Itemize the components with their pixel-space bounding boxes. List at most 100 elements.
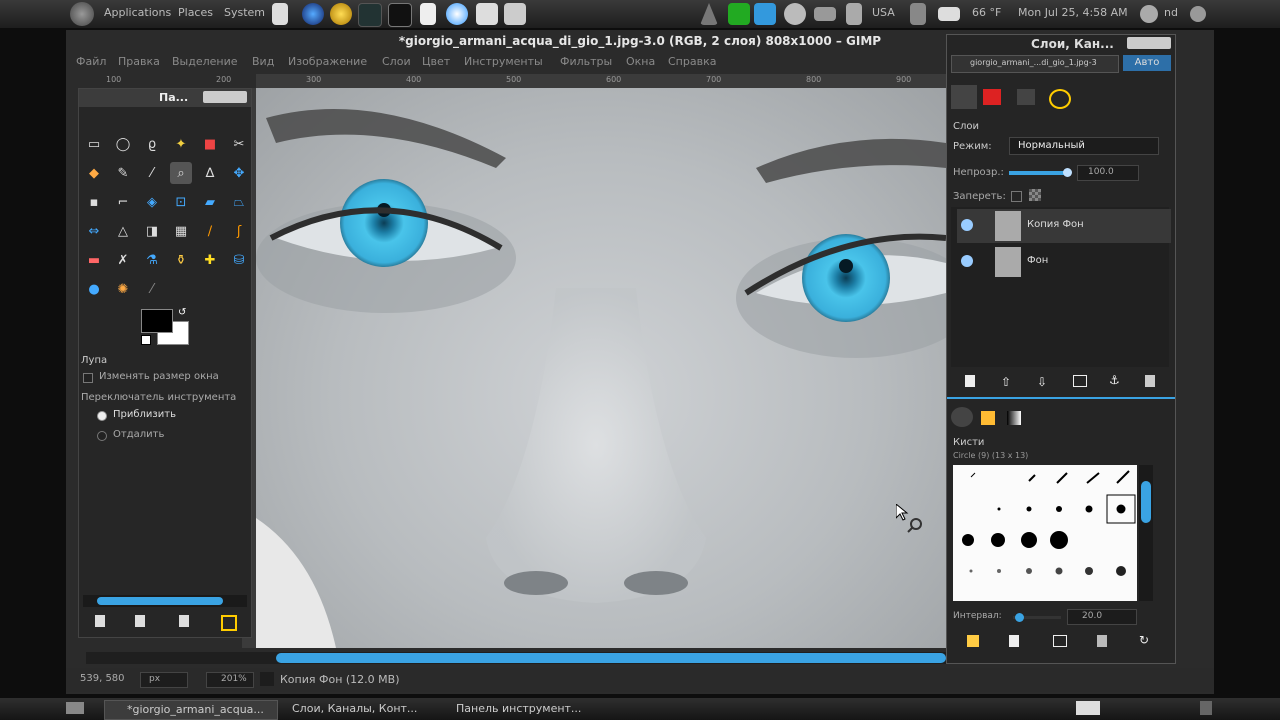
duplicate-brush-icon[interactable] [1053, 635, 1067, 647]
layer-row[interactable]: Фон [957, 245, 1171, 279]
zoom-in-radio[interactable] [97, 411, 107, 421]
text-editor-launcher-icon[interactable] [420, 3, 436, 25]
toolbox-titlebar[interactable]: Па... [79, 89, 251, 107]
measure-icon[interactable]: ∆ [199, 162, 221, 184]
layer-name[interactable]: Копия Фон [1027, 219, 1084, 230]
clone-icon[interactable]: ⚱ [170, 249, 192, 271]
settings-gear-icon[interactable] [784, 3, 806, 25]
show-desktop-icon[interactable] [66, 702, 84, 714]
color-picker-icon[interactable]: ⁄ [141, 162, 163, 184]
pencil-icon[interactable]: ∕ [199, 220, 221, 242]
menu-layers[interactable]: Слои [382, 55, 411, 68]
patterns-tab-icon[interactable] [981, 411, 995, 425]
flip-icon[interactable]: ⇔ [83, 220, 105, 242]
weather-readout[interactable]: 66 °F [972, 6, 1001, 19]
spacing-slider[interactable] [1013, 613, 1061, 622]
shear-icon[interactable]: ▰ [199, 191, 221, 213]
rotate-icon[interactable]: ◈ [141, 191, 163, 213]
scrollbar-thumb[interactable] [1141, 481, 1151, 523]
system-menu[interactable]: System [224, 6, 265, 19]
menu-windows[interactable]: Окна [626, 55, 655, 68]
user-icon[interactable] [1140, 5, 1158, 23]
brush-grid-scrollbar[interactable] [1139, 465, 1153, 601]
user-name[interactable]: nd [1164, 6, 1178, 19]
blur-icon[interactable]: ● [83, 278, 105, 300]
resize-window-checkbox[interactable] [83, 373, 93, 383]
eraser-icon[interactable]: ▬ [83, 249, 105, 271]
scale-icon[interactable]: ⊡ [170, 191, 192, 213]
eject-icon[interactable] [700, 3, 718, 25]
keyboard-icon[interactable] [814, 7, 836, 21]
fuzzy-select-icon[interactable]: ✦ [170, 133, 192, 155]
brushes-tab-icon[interactable] [951, 407, 973, 427]
blend-icon[interactable]: ▦ [170, 220, 192, 242]
cancel-icon[interactable] [260, 672, 274, 686]
new-layer-icon[interactable] [965, 375, 975, 387]
delete-layer-icon[interactable] [1145, 375, 1155, 387]
text-icon[interactable]: ◨ [141, 220, 163, 242]
system-monitor-icon[interactable] [728, 3, 750, 25]
mail-icon[interactable] [938, 7, 960, 21]
rect-select-icon[interactable]: ▭ [83, 133, 105, 155]
paintbrush-icon[interactable]: ʃ [228, 220, 250, 242]
lock-alpha-icon[interactable] [1029, 189, 1041, 201]
dock-window-controls[interactable] [1127, 37, 1171, 49]
gimp-launcher-icon[interactable] [504, 3, 526, 25]
dodge-burn-icon[interactable]: ⁄ [141, 278, 163, 300]
unit-select[interactable]: px [140, 672, 188, 688]
foreground-select-icon[interactable]: ◆ [83, 162, 105, 184]
foreground-color-swatch[interactable] [141, 309, 173, 333]
undo-tab-icon[interactable] [1049, 89, 1071, 109]
image-canvas[interactable] [256, 88, 946, 648]
reset-options-icon[interactable] [221, 615, 237, 631]
network-icon[interactable] [846, 3, 862, 25]
align-icon[interactable]: ▪ [83, 191, 105, 213]
ellipse-select-icon[interactable]: ◯ [112, 133, 134, 155]
image-selector[interactable]: giorgio_armani_...di_gio_1.jpg-3 [951, 55, 1119, 73]
mode-select[interactable]: Нормальный [1009, 137, 1159, 155]
layer-name[interactable]: Фон [1027, 255, 1048, 266]
perspective-clone-icon[interactable]: ⛁ [228, 249, 250, 271]
scrollbar-thumb[interactable] [276, 653, 946, 663]
cage-icon[interactable]: △ [112, 220, 134, 242]
clock-readout[interactable]: Mon Jul 25, 4:58 AM [1018, 6, 1128, 19]
browser-launcher-icon[interactable] [302, 3, 324, 25]
eye-icon[interactable] [961, 219, 973, 231]
volume-icon[interactable] [910, 3, 926, 25]
scrollbar-thumb[interactable] [97, 597, 223, 605]
anchor-layer-icon[interactable]: ⚓ [1109, 373, 1120, 387]
paths-icon[interactable]: ✎ [112, 162, 134, 184]
color-select-icon[interactable]: ■ [199, 133, 221, 155]
distro-logo-icon[interactable] [70, 2, 94, 26]
places-menu[interactable]: Places [178, 6, 213, 19]
duplicate-layer-icon[interactable] [1073, 375, 1087, 387]
smudge-icon[interactable]: ✺ [112, 278, 134, 300]
monitor-launcher-icon[interactable] [358, 3, 382, 27]
menu-image[interactable]: Изображение [288, 55, 367, 68]
menu-view[interactable]: Вид [252, 55, 274, 68]
menu-help[interactable]: Справка [668, 55, 716, 68]
brush-grid[interactable] [953, 465, 1137, 601]
window-controls[interactable] [203, 91, 247, 103]
trash-icon[interactable] [1200, 701, 1212, 715]
move-icon[interactable]: ✥ [228, 162, 250, 184]
file-launcher-icon[interactable] [272, 3, 288, 25]
canvas-scrollbar-horizontal[interactable] [86, 652, 946, 664]
paths-tab-icon[interactable] [1017, 89, 1035, 105]
media-launcher-icon[interactable] [446, 3, 468, 25]
taskbar-item-layers[interactable]: Слои, Каналы, Конт... [270, 700, 442, 718]
restore-options-icon[interactable] [135, 615, 145, 627]
perspective-icon[interactable]: ⏢ [228, 191, 250, 213]
delete-brush-icon[interactable] [1097, 635, 1107, 647]
zoom-out-radio[interactable] [97, 431, 107, 441]
terminal-launcher-icon[interactable] [388, 3, 412, 27]
gradients-tab-icon[interactable] [1007, 411, 1021, 425]
applications-menu[interactable]: Applications [104, 6, 171, 19]
update-icon[interactable] [754, 3, 776, 25]
swap-colors-icon[interactable]: ↺ [178, 307, 186, 318]
save-options-icon[interactable] [95, 615, 105, 627]
layers-tab-icon[interactable] [951, 85, 977, 109]
toolbox-scrollbar[interactable] [83, 595, 247, 607]
zoom-select[interactable]: 201% [206, 672, 254, 688]
menu-tools[interactable]: Инструменты [464, 55, 543, 68]
